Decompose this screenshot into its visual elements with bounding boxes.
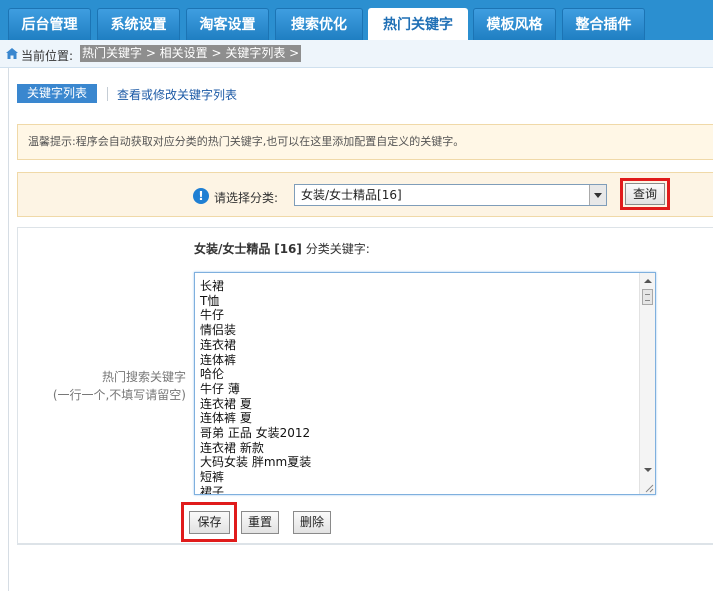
breadcrumb-label: 当前位置: (21, 49, 74, 63)
keyword-line: 哥弟 正品 女装2012 (200, 426, 311, 441)
scrollbar-thumb[interactable] (642, 289, 653, 305)
tab-system-settings[interactable]: 系统设置 (97, 8, 180, 40)
resize-handle-icon[interactable] (642, 481, 654, 493)
category-title-suffix: 分类关键字: (305, 242, 370, 256)
keyword-line: 大码女装 胖mm夏装 (200, 455, 312, 470)
keyword-line: 连体裤 (200, 352, 237, 367)
keywords-textarea[interactable]: 长裙 T恤 牛仔 情侣装 连衣裙 连体裤 哈伦 牛仔 薄 连衣裙 夏 连体裤 夏… (194, 272, 656, 495)
save-button[interactable]: 保存 (189, 511, 230, 534)
tab-seo[interactable]: 搜索优化 (275, 8, 363, 40)
keyword-line: 情侣装 (200, 323, 237, 338)
tab-plugins[interactable]: 整合插件 (562, 8, 645, 40)
scroll-down-icon[interactable] (640, 462, 655, 478)
category-select-value: 女装/女士精品[16] (301, 188, 402, 202)
keyword-form: 女装/女士精品 [16] 分类关键字: 热门搜索关键字 (一行一个,不填写请留空… (17, 227, 713, 545)
top-navigation: 后台管理 系统设置 淘客设置 搜索优化 热门关键字 模板风格 整合插件 (0, 0, 713, 40)
bottom-divider (17, 543, 713, 544)
breadcrumb: 当前位置: 热门关键字 > 相关设置 > 关键字列表 > (0, 40, 713, 68)
keywords-lines: 长裙 T恤 牛仔 情侣装 连衣裙 连体裤 哈伦 牛仔 薄 连衣裙 夏 连体裤 夏… (200, 279, 312, 495)
keyword-line: 连体裤 夏 (200, 411, 252, 426)
query-button[interactable]: 查询 (625, 183, 665, 205)
keyword-line: 长裙 (200, 279, 225, 293)
scroll-up-icon[interactable] (640, 273, 655, 289)
info-icon: ! (193, 188, 209, 204)
tab-taoke-settings[interactable]: 淘客设置 (186, 8, 269, 40)
category-select-label: 请选择分类: (214, 191, 279, 205)
keyword-line: 牛仔 (200, 308, 225, 323)
home-icon (6, 48, 18, 59)
hot-keywords-label: 热门搜索关键字 (一行一个,不填写请留空) (18, 368, 186, 404)
chevron-down-icon[interactable] (589, 185, 606, 205)
keyword-line: T恤 (200, 293, 220, 308)
breadcrumb-path: 热门关键字 > 相关设置 > 关键字列表 > (80, 45, 302, 62)
category-id: [16] (274, 242, 302, 256)
delete-button[interactable]: 删除 (293, 511, 331, 534)
keyword-line: 裙子 (200, 484, 225, 495)
keyword-line: 连衣裙 新款 (200, 440, 264, 455)
category-filter-bar: ! 请选择分类: 女装/女士精品[16] 查询 (17, 172, 713, 217)
hot-keywords-label-line1: 热门搜索关键字 (101, 370, 186, 384)
keyword-line: 牛仔 薄 (200, 381, 240, 396)
category-name: 女装/女士精品 (194, 242, 271, 256)
hot-keywords-label-line2: (一行一个,不填写请留空) (52, 388, 186, 402)
keyword-line: 短裤 (200, 470, 225, 485)
tip-notice: 温馨提示:程序会自动获取对应分类的热门关键字,也可以在这里添加配置自定义的关键字… (17, 124, 713, 160)
tab-hot-keywords[interactable]: 热门关键字 (368, 8, 468, 40)
keyword-line: 连衣裙 夏 (200, 396, 252, 411)
reset-button[interactable]: 重置 (241, 511, 279, 534)
keyword-line: 哈伦 (200, 367, 225, 382)
main-content: 关键字列表 查看或修改关键字列表 温馨提示:程序会自动获取对应分类的热门关键字,… (8, 68, 713, 591)
tab-admin[interactable]: 后台管理 (8, 8, 91, 40)
category-keywords-title: 女装/女士精品 [16] 分类关键字: (194, 240, 370, 257)
textarea-scrollbar[interactable] (639, 273, 655, 494)
subtab-keyword-list[interactable]: 关键字列表 (17, 84, 97, 103)
subtab-edit-keyword-list-link[interactable]: 查看或修改关键字列表 (117, 86, 237, 103)
tab-templates[interactable]: 模板风格 (473, 8, 556, 40)
category-select[interactable]: 女装/女士精品[16] (294, 184, 607, 206)
keyword-line: 连衣裙 (200, 337, 237, 352)
subtab-separator (107, 87, 108, 101)
